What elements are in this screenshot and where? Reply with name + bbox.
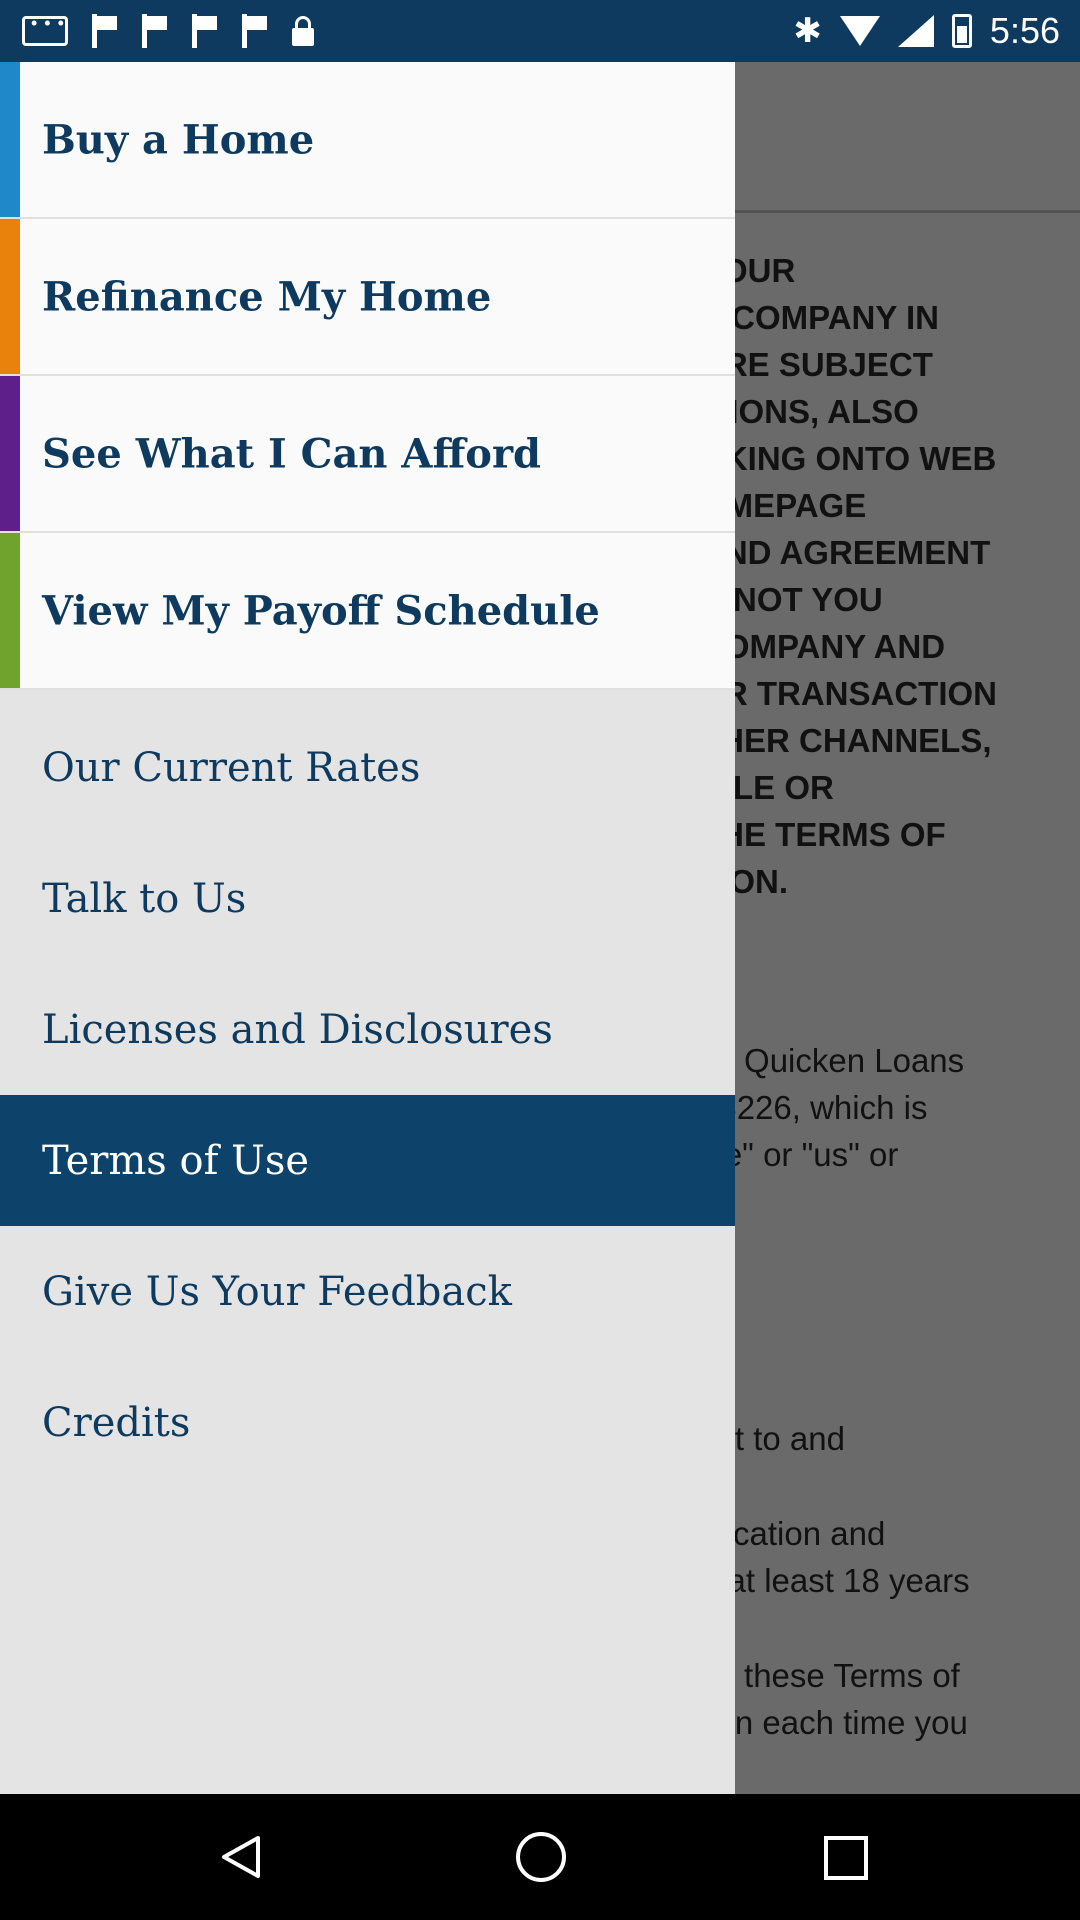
- terms-line: AND AGREEMENT: [700, 534, 991, 571]
- bluetooth-icon: ✱: [793, 12, 822, 50]
- terms-line: ect to and: [700, 1420, 845, 1457]
- drawer-item-credits[interactable]: Credits: [0, 1357, 735, 1488]
- terms-line: TION.: [700, 863, 788, 900]
- home-icon[interactable]: [516, 1832, 566, 1882]
- recent-apps-icon[interactable]: [824, 1836, 868, 1880]
- drawer-item-label: Talk to Us: [42, 875, 247, 922]
- status-bar: ✱ 5:56: [0, 0, 1080, 62]
- drawer-item-label: Credits: [42, 1399, 191, 1446]
- terms-line: ITIONS, ALSO: [700, 393, 919, 430]
- drawer-item-see-what-i-can-afford[interactable]: See What I Can Afford: [0, 376, 735, 533]
- terms-line: THER CHANNELS,: [700, 722, 992, 759]
- message-icon: [22, 13, 68, 46]
- terms-line: OMEPAGE: [700, 487, 867, 524]
- terms-line: HILE OR: [700, 769, 834, 806]
- drawer-item-label: Terms of Use: [42, 1137, 310, 1184]
- drawer-item-label: Give Us Your Feedback: [42, 1268, 512, 1315]
- drawer-item-label: See What I Can Afford: [42, 430, 542, 477]
- terms-line: CKING ONTO WEB: [700, 440, 997, 477]
- background-paragraph-3: plication and e at least 18 years: [700, 1510, 1080, 1604]
- flag-icon: [242, 14, 268, 48]
- drawer-item-terms-of-use[interactable]: Terms of Use: [0, 1095, 735, 1226]
- battery-icon: [951, 14, 972, 48]
- terms-line: UR TRANSACTION: [700, 675, 997, 712]
- drawer-item-label: Licenses and Disclosures: [42, 1006, 553, 1053]
- terms-line: plication and: [700, 1515, 886, 1552]
- drawer-item-label: Refinance My Home: [42, 273, 492, 320]
- background-paragraph-2: ect to and: [700, 1415, 1080, 1462]
- terms-line: ARE SUBJECT: [700, 346, 933, 383]
- flag-icon: [92, 14, 118, 48]
- drawer-item-give-us-your-feedback[interactable]: Give Us Your Feedback: [0, 1226, 735, 1357]
- background-paragraph-4: by these Terms of tion each time you: [700, 1652, 1080, 1746]
- lock-icon: [292, 16, 314, 46]
- accent-bar: [0, 219, 20, 374]
- status-right-icons: ✱ 5:56: [793, 10, 1060, 52]
- background-paragraph-1: by Quicken Loans 48226, which is we" or …: [700, 1037, 1080, 1178]
- drawer-item-refinance-my-home[interactable]: Refinance My Home: [0, 219, 735, 376]
- terms-line: by these Terms of: [700, 1657, 960, 1694]
- flag-icon: [192, 14, 218, 48]
- terms-line: by Quicken Loans: [700, 1042, 965, 1079]
- system-navigation-bar: [0, 1794, 1080, 1920]
- status-time: 5:56: [989, 10, 1060, 51]
- drawer-item-label: Buy a Home: [42, 116, 315, 163]
- accent-bar: [0, 533, 20, 688]
- terms-line: we" or "us" or: [700, 1136, 899, 1173]
- drawer-item-view-my-payoff-schedule[interactable]: View My Payoff Schedule: [0, 533, 735, 690]
- terms-line: YOUR: [700, 252, 796, 289]
- terms-line: E COMPANY IN: [700, 299, 939, 336]
- accent-bar: [0, 376, 20, 531]
- drawer-item-our-current-rates[interactable]: Our Current Rates: [0, 702, 735, 833]
- terms-line: tion each time you: [700, 1704, 968, 1741]
- accent-bar: [0, 62, 20, 217]
- drawer-item-label: Our Current Rates: [42, 744, 421, 791]
- navigation-drawer: Buy a Home Refinance My Home See What I …: [0, 62, 735, 1794]
- drawer-item-label: View My Payoff Schedule: [42, 587, 600, 634]
- back-icon[interactable]: [218, 1834, 262, 1880]
- terms-line: 48226, which is: [700, 1089, 928, 1126]
- wifi-icon: [839, 16, 880, 46]
- background-terms-text: YOUR E COMPANY IN ARE SUBJECT ITIONS, AL…: [700, 247, 1080, 905]
- terms-line: e at least 18 years: [700, 1562, 970, 1599]
- terms-line: COMPANY AND: [700, 628, 946, 665]
- flag-icon: [142, 14, 168, 48]
- drawer-item-licenses-and-disclosures[interactable]: Licenses and Disclosures: [0, 964, 735, 1095]
- drawer-secondary-list: Our Current Rates Talk to Us Licenses an…: [0, 690, 735, 1488]
- signal-icon: [897, 15, 934, 47]
- terms-line: R NOT YOU: [700, 581, 883, 618]
- terms-line: THE TERMS OF: [700, 816, 946, 853]
- drawer-item-talk-to-us[interactable]: Talk to Us: [0, 833, 735, 964]
- drawer-item-buy-a-home[interactable]: Buy a Home: [0, 62, 735, 219]
- status-left-icons: [22, 13, 314, 48]
